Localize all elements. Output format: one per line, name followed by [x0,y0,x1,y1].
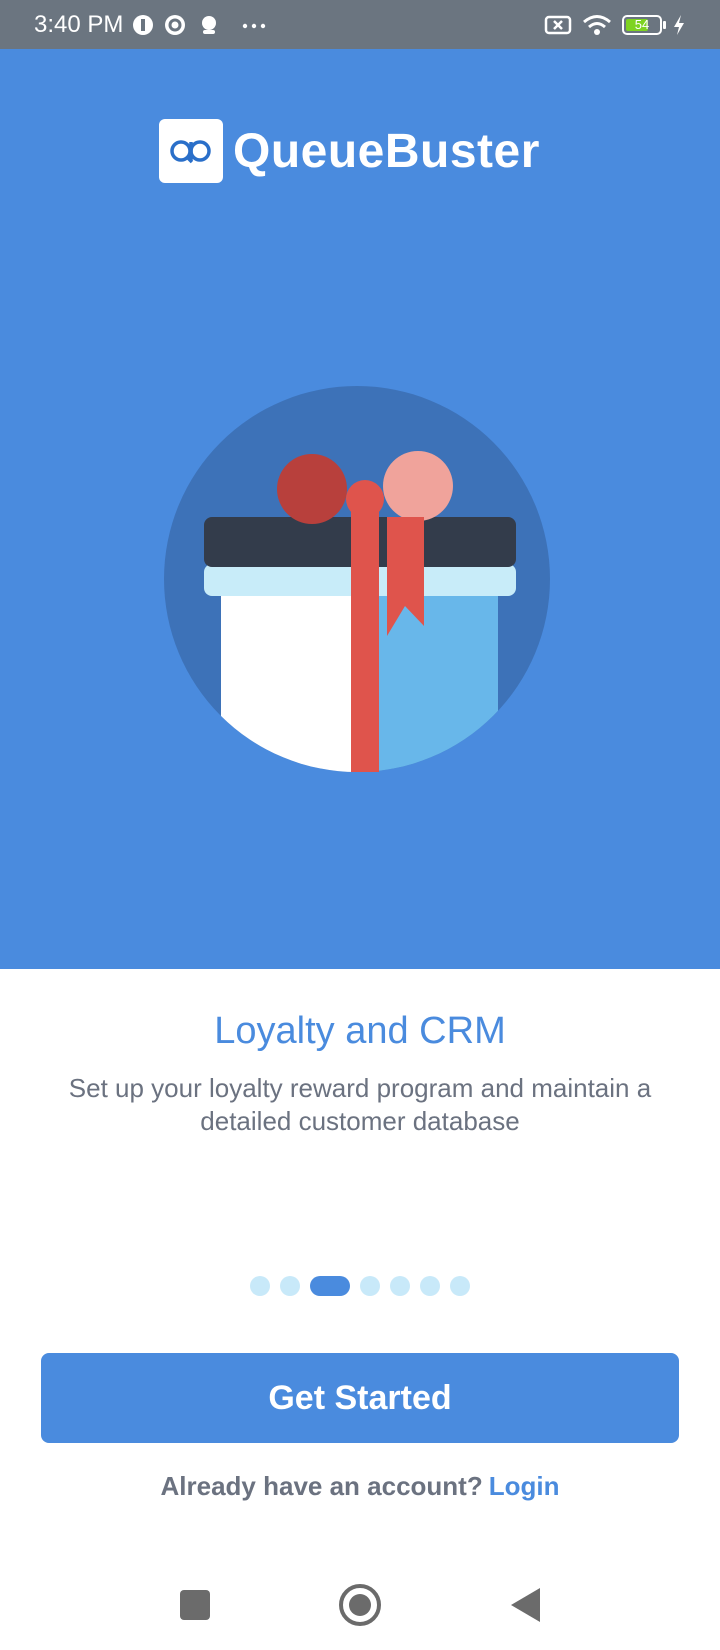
app-icon [133,15,153,35]
recents-button[interactable] [170,1580,220,1630]
no-sim-icon [544,15,572,35]
status-time: 3:40 PM [34,11,124,38]
sync-icon [165,15,185,35]
slide-title: Loyalty and CRM [214,1010,506,1052]
onboarding-hero: QueueBuster [0,49,720,969]
home-icon [339,1584,381,1626]
battery-icon: 54 [622,15,666,35]
back-button[interactable] [500,1580,550,1630]
logo-mark [159,119,223,183]
logo-text: QueueBuster [233,124,540,178]
gift-icon [164,386,550,772]
more-icon [242,23,266,29]
account-prompt: Already have an account? Login [0,1471,720,1502]
recents-icon [180,1590,210,1620]
system-nav-bar [0,1560,720,1650]
get-started-button[interactable]: Get Started [41,1353,679,1443]
page-dot[interactable] [250,1276,270,1296]
back-icon [511,1588,540,1622]
queuebuster-logo: QueueBuster [159,119,540,183]
home-button[interactable] [335,1580,385,1630]
status-bar: 3:40 PM 54 [0,0,720,49]
charging-icon [674,15,684,35]
login-link[interactable]: Login [489,1471,560,1501]
page-dot[interactable] [280,1276,300,1296]
pagination-dots [0,1276,720,1296]
notification-icon [202,16,216,34]
page-dot-active[interactable] [310,1276,350,1296]
page-dot[interactable] [420,1276,440,1296]
battery-level: 54 [634,17,650,32]
account-prompt-text: Already have an account? [160,1471,483,1501]
page-dot[interactable] [390,1276,410,1296]
page-dot[interactable] [450,1276,470,1296]
qb-logo-icon [170,140,211,164]
slide-description: Set up your loyalty reward program and m… [68,1073,652,1136]
wifi-icon [583,15,611,35]
page-dot[interactable] [360,1276,380,1296]
